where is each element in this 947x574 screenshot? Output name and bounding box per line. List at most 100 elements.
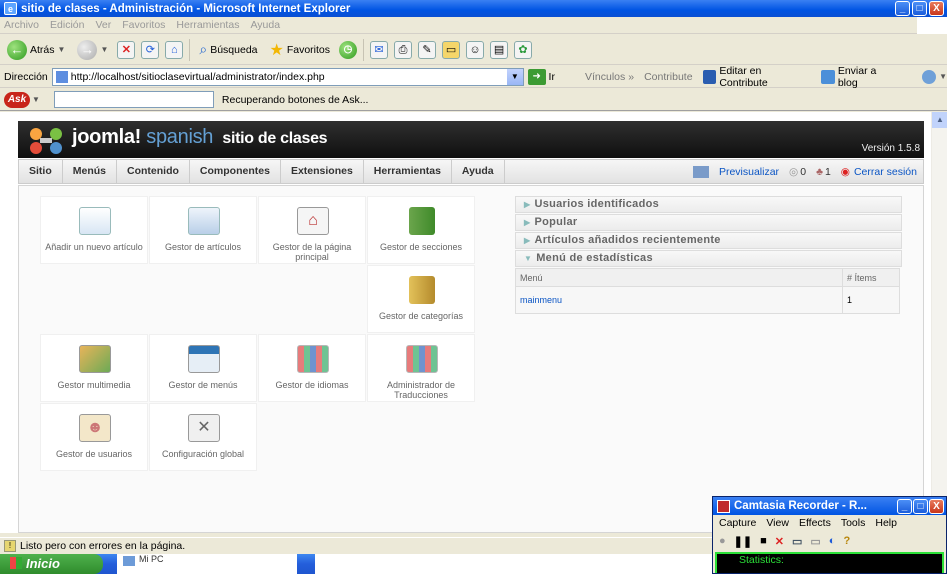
close-button[interactable]: X xyxy=(929,1,944,16)
users-count[interactable]: 1 xyxy=(825,166,831,178)
effects-icon[interactable]: ▭ xyxy=(810,535,820,548)
vertical-scrollbar[interactable]: ▲ xyxy=(931,112,947,533)
preview-link[interactable]: Previsualizar xyxy=(719,166,779,178)
help-icon[interactable]: ? xyxy=(843,535,850,547)
camtasia-close-button[interactable]: X xyxy=(929,498,944,514)
refresh-icon[interactable]: ⟳ xyxy=(141,40,160,59)
jmenu-herramientas[interactable]: Herramientas xyxy=(364,160,452,183)
back-button[interactable]: ← Atrás ▼ xyxy=(4,38,68,62)
camtasia-minimize-button[interactable]: _ xyxy=(897,498,912,514)
print-icon[interactable]: ⎙ xyxy=(394,40,413,59)
jmenu-sitio[interactable]: Sitio xyxy=(19,160,63,183)
contribute-button[interactable]: Contribute xyxy=(644,71,692,83)
cpanel-media-manager[interactable]: Gestor multimedia xyxy=(40,334,148,402)
menu-ver[interactable]: Ver xyxy=(95,19,111,31)
panel-popular[interactable]: ▶ Popular xyxy=(515,214,902,231)
ask-search-input[interactable] xyxy=(53,91,214,108)
window-titlebar: e sitio de clases - Administración - Mic… xyxy=(0,0,947,17)
menu-ayuda[interactable]: Ayuda xyxy=(250,19,280,31)
items-count: 1 xyxy=(847,295,853,305)
msn-icon[interactable]: ✿ xyxy=(514,40,533,59)
cpanel-section-manager[interactable]: Gestor de secciones xyxy=(367,196,475,264)
panel-menu-stats[interactable]: ▼ Menú de estadísticas xyxy=(515,250,902,267)
favorites-button[interactable]: ★ Favoritos xyxy=(267,38,334,62)
cpanel-global-config[interactable]: ✕ Configuración global xyxy=(149,403,257,471)
window-title: sitio de clases - Administración - Micro… xyxy=(21,2,351,15)
cpanel-category-manager[interactable]: Gestor de categorías xyxy=(367,265,475,333)
stop-icon[interactable]: ✕ xyxy=(117,40,136,59)
address-dropdown-icon[interactable]: ▼ xyxy=(506,68,523,85)
scroll-up-icon[interactable]: ▲ xyxy=(932,112,947,128)
region-icon[interactable]: ▭ xyxy=(792,535,802,548)
search-button[interactable]: ⌕ Búsqueda xyxy=(196,38,260,62)
jmenu-contenido[interactable]: Contenido xyxy=(117,160,190,183)
menu-link[interactable]: mainmenu xyxy=(516,287,843,313)
panel-recent-articles[interactable]: ▶ Artículos añadidos recientemente xyxy=(515,232,902,249)
minimize-button[interactable]: _ xyxy=(895,1,910,16)
jmenu-ayuda[interactable]: Ayuda xyxy=(452,160,505,183)
cpanel-frontpage-manager[interactable]: ⌂ Gestor de la página principal xyxy=(258,196,366,264)
menu-edicion[interactable]: Edición xyxy=(50,19,84,31)
address-input[interactable]: http://localhost/sitioclasevirtual/admin… xyxy=(51,67,524,86)
cpanel-translation-admin[interactable]: Administrador de Traducciones xyxy=(367,334,475,402)
menu-favoritos[interactable]: Favoritos xyxy=(122,19,165,31)
messages-icon: ◎ xyxy=(789,165,799,178)
jmenu-componentes[interactable]: Componentes xyxy=(190,160,281,183)
taskbar-item-mypc[interactable]: Mi PC xyxy=(117,554,297,574)
folder-icon[interactable]: ▭ xyxy=(442,40,461,59)
edit-icon[interactable]: ✎ xyxy=(418,40,437,59)
jmenu-menus[interactable]: Menús xyxy=(63,160,118,183)
jmenu-extensiones[interactable]: Extensiones xyxy=(281,160,364,183)
chevron-down-icon[interactable]: ▼ xyxy=(32,95,40,104)
star-icon: ★ xyxy=(269,41,284,59)
record-icon[interactable]: ● xyxy=(719,535,726,547)
cpanel-language-manager[interactable]: Gestor de idiomas xyxy=(258,334,366,402)
cpanel-label: Gestor de menús xyxy=(168,380,238,390)
camtasia-maximize-button[interactable]: □ xyxy=(913,498,928,514)
messages-count[interactable]: 0 xyxy=(800,166,806,178)
start-button[interactable]: Inicio xyxy=(0,554,103,574)
logout-link[interactable]: Cerrar sesión xyxy=(854,166,917,178)
home-icon[interactable]: ⌂ xyxy=(165,40,184,59)
extra-toolbar-button[interactable]: ▼ xyxy=(922,69,947,84)
pause-icon[interactable]: ❚❚ xyxy=(734,535,752,548)
maximize-button[interactable]: □ xyxy=(912,1,927,16)
cpanel-add-article[interactable]: Añadir un nuevo artículo xyxy=(40,196,148,264)
status-text: Listo pero con errores en la página. xyxy=(20,539,186,552)
address-label: Dirección xyxy=(4,70,48,83)
menu-archivo[interactable]: Archivo xyxy=(4,19,39,31)
menu-herramientas[interactable]: Herramientas xyxy=(176,19,239,31)
cam-menu-view[interactable]: View xyxy=(766,517,789,529)
history-icon[interactable]: ◷ xyxy=(339,40,358,59)
cam-menu-effects[interactable]: Effects xyxy=(799,517,831,529)
send-blog-button[interactable]: Enviar a blog xyxy=(821,65,898,89)
stop-icon[interactable]: ■ xyxy=(760,535,767,547)
forward-button[interactable]: → ▼ xyxy=(74,38,111,62)
mail-icon[interactable]: ✉ xyxy=(370,40,389,59)
delete-icon[interactable]: ✕ xyxy=(775,535,784,548)
cam-menu-capture[interactable]: Capture xyxy=(719,517,756,529)
cpanel-article-manager[interactable]: Gestor de artículos xyxy=(149,196,257,264)
address-url: http://localhost/sitioclasevirtual/admin… xyxy=(70,70,325,83)
cpanel-menu-manager[interactable]: Gestor de menús xyxy=(149,334,257,402)
screen-icon[interactable]: ◐ xyxy=(829,535,836,547)
camtasia-menubar: Capture View Effects Tools Help xyxy=(713,515,946,531)
forward-arrow-icon: → xyxy=(77,39,98,60)
cam-menu-tools[interactable]: Tools xyxy=(841,517,866,529)
go-button[interactable]: Ir xyxy=(549,71,555,83)
ask-logo[interactable]: Ask xyxy=(4,91,30,108)
start-label: Inicio xyxy=(26,556,60,571)
frontpage-manager-icon: ⌂ xyxy=(297,207,329,235)
messenger-icon[interactable]: ☺ xyxy=(466,40,485,59)
warning-icon[interactable]: ! xyxy=(4,539,16,552)
cam-menu-help[interactable]: Help xyxy=(875,517,897,529)
edit-contribute-button[interactable]: Editar en Contribute xyxy=(702,65,812,89)
ask-status-text: Recuperando botones de Ask... xyxy=(221,93,369,106)
research-icon[interactable]: ▤ xyxy=(490,40,509,59)
links-button[interactable]: Vínculos » xyxy=(585,71,634,83)
go-arrow-icon[interactable]: ➜ xyxy=(527,68,546,85)
panel-logged-users[interactable]: ▶ Usuarios identificados xyxy=(515,196,902,213)
address-bar: Dirección http://localhost/sitioclasevir… xyxy=(0,65,947,89)
cpanel-user-manager[interactable]: ☻ Gestor de usuarios xyxy=(40,403,148,471)
language-manager-icon xyxy=(297,345,329,373)
